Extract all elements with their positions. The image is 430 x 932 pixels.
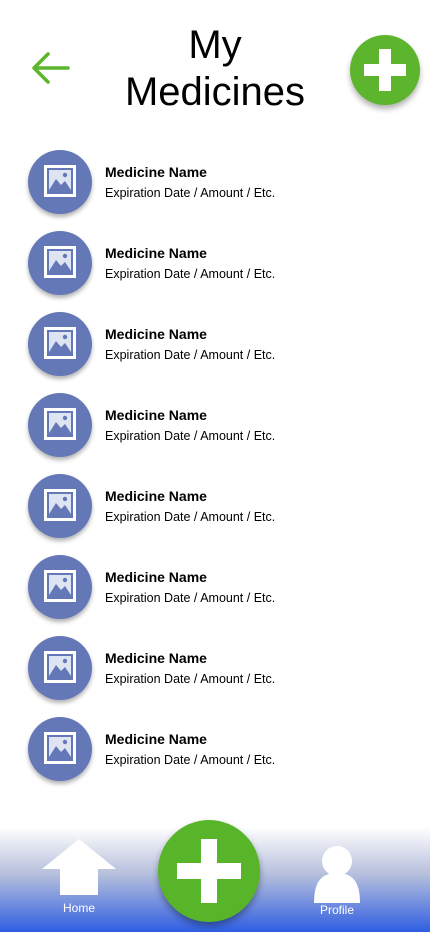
medicine-list-item[interactable]: Medicine Name Expiration Date / Amount / … xyxy=(0,636,430,706)
image-icon xyxy=(44,165,76,197)
medicine-thumbnail xyxy=(28,312,92,376)
medicine-name: Medicine Name xyxy=(105,488,207,504)
medicine-name: Medicine Name xyxy=(105,569,207,585)
arrow-left-icon xyxy=(32,52,70,84)
medicine-name: Medicine Name xyxy=(105,164,207,180)
medicine-thumbnail xyxy=(28,717,92,781)
medicine-list-item[interactable]: Medicine Name Expiration Date / Amount / … xyxy=(0,393,430,463)
image-icon xyxy=(44,246,76,278)
nav-home-label: Home xyxy=(62,901,95,915)
medicine-list-item[interactable]: Medicine Name Expiration Date / Amount / … xyxy=(0,312,430,382)
medicine-detail: Expiration Date / Amount / Etc. xyxy=(105,186,276,200)
image-icon xyxy=(44,651,76,683)
medicine-detail: Expiration Date / Amount / Etc. xyxy=(105,591,276,605)
medicine-name: Medicine Name xyxy=(105,731,207,747)
medicine-name: Medicine Name xyxy=(105,326,207,342)
plus-icon xyxy=(177,839,241,903)
header: My Medicines xyxy=(0,0,430,130)
medicine-thumbnail xyxy=(28,636,92,700)
nav-add-button[interactable] xyxy=(158,820,260,922)
image-icon xyxy=(44,732,76,764)
medicine-list-item[interactable]: Medicine Name Expiration Date / Amount / … xyxy=(0,717,430,787)
medicine-list-item[interactable]: Medicine Name Expiration Date / Amount / … xyxy=(0,474,430,544)
medicine-detail: Expiration Date / Amount / Etc. xyxy=(105,267,276,281)
back-button[interactable] xyxy=(26,48,74,88)
medicine-detail: Expiration Date / Amount / Etc. xyxy=(105,510,276,524)
medicine-name: Medicine Name xyxy=(105,407,207,423)
medicine-name: Medicine Name xyxy=(105,245,207,261)
medicine-list-item[interactable]: Medicine Name Expiration Date / Amount / … xyxy=(0,231,430,301)
image-icon xyxy=(44,489,76,521)
image-icon xyxy=(44,327,76,359)
person-icon xyxy=(314,846,360,903)
nav-home-button[interactable]: Home xyxy=(40,835,118,925)
medicine-list-item[interactable]: Medicine Name Expiration Date / Amount / … xyxy=(0,150,430,220)
nav-profile-button[interactable]: Profile xyxy=(308,843,366,925)
image-icon xyxy=(44,570,76,602)
nav-profile-label: Profile xyxy=(319,903,354,917)
add-medicine-button[interactable] xyxy=(350,35,420,105)
medicine-thumbnail xyxy=(28,150,92,214)
medicine-thumbnail xyxy=(28,393,92,457)
medicine-detail: Expiration Date / Amount / Etc. xyxy=(105,753,276,767)
medicine-thumbnail xyxy=(28,555,92,619)
page-title: My Medicines xyxy=(124,23,306,114)
medicine-name: Medicine Name xyxy=(105,650,207,666)
medicine-detail: Expiration Date / Amount / Etc. xyxy=(105,672,276,686)
bottom-nav: Home Profile xyxy=(0,820,430,932)
medicine-detail: Expiration Date / Amount / Etc. xyxy=(105,429,276,443)
medicine-list-item[interactable]: Medicine Name Expiration Date / Amount / … xyxy=(0,555,430,625)
medicine-thumbnail xyxy=(28,231,92,295)
medicine-thumbnail xyxy=(28,474,92,538)
plus-icon xyxy=(364,49,406,91)
image-icon xyxy=(44,408,76,440)
medicine-detail: Expiration Date / Amount / Etc. xyxy=(105,348,276,362)
home-icon xyxy=(42,839,116,895)
